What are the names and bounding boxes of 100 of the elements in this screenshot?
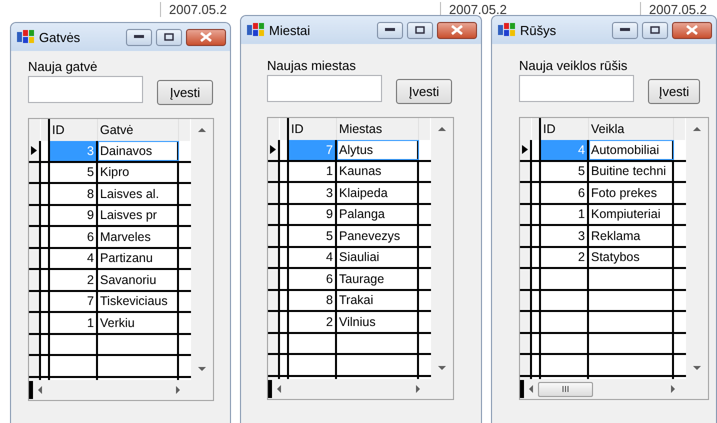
vertical-scrollbar[interactable] xyxy=(191,119,213,380)
table-cell[interactable]: Kompiuteriai xyxy=(589,204,674,224)
id-cell[interactable]: 9 xyxy=(50,206,98,225)
scroll-right-icon[interactable] xyxy=(175,386,181,394)
scroll-left-icon[interactable] xyxy=(276,385,282,393)
row-header-cell[interactable] xyxy=(29,162,41,182)
id-cell[interactable]: 1 xyxy=(289,162,337,181)
input-field[interactable] xyxy=(28,76,143,103)
row-header-cell[interactable] xyxy=(29,334,41,354)
minimize-button[interactable] xyxy=(612,22,638,38)
row-header-cell[interactable] xyxy=(520,183,532,202)
scroll-left-icon[interactable] xyxy=(37,386,43,394)
table-cell[interactable]: Statybos xyxy=(589,248,674,267)
id-cell[interactable]: 1 xyxy=(50,313,98,332)
minimize-button[interactable] xyxy=(377,22,403,38)
table-cell[interactable]: Panevezys xyxy=(337,226,419,246)
input-field[interactable] xyxy=(267,75,382,102)
horizontal-scrollbar[interactable] xyxy=(520,379,686,399)
id-cell[interactable]: 1 xyxy=(541,204,589,224)
table-cell[interactable]: Savanoriu xyxy=(98,270,179,290)
table-cell[interactable]: Palanga xyxy=(337,204,419,224)
row-header-cell[interactable] xyxy=(268,162,280,181)
row-header-cell[interactable] xyxy=(29,313,41,332)
table-cell[interactable]: Dainavos xyxy=(98,141,179,160)
id-cell[interactable]: 5 xyxy=(50,162,98,182)
row-header-cell[interactable] xyxy=(268,290,280,310)
table-cell[interactable]: Foto prekes xyxy=(589,183,674,202)
table-cell[interactable]: Alytus xyxy=(337,140,419,160)
vertical-scrollbar[interactable] xyxy=(431,118,453,379)
id-cell[interactable]: 7 xyxy=(50,292,98,311)
row-header-cell[interactable] xyxy=(29,141,41,160)
table-cell[interactable]: Partizanu xyxy=(98,248,179,268)
row-header-cell[interactable] xyxy=(29,292,41,311)
id-cell[interactable]: 6 xyxy=(50,227,98,246)
row-header-cell[interactable] xyxy=(268,248,280,267)
submit-button[interactable]: Įvesti xyxy=(396,79,452,104)
scroll-down-icon[interactable] xyxy=(693,365,701,371)
table-cell[interactable]: Buitine techni xyxy=(589,162,674,181)
row-header-cell[interactable] xyxy=(29,206,41,225)
table-cell[interactable]: Automobiliai xyxy=(589,140,674,160)
row-header-cell[interactable] xyxy=(520,312,532,332)
maximize-button[interactable] xyxy=(156,28,182,46)
id-cell[interactable]: 3 xyxy=(289,183,337,202)
table-cell[interactable]: Tiskeviciaus xyxy=(98,292,179,311)
table-cell[interactable]: Laisves al. xyxy=(98,184,179,204)
scroll-up-icon[interactable] xyxy=(198,127,206,133)
row-header-cell[interactable] xyxy=(268,334,280,353)
row-header-cell[interactable] xyxy=(29,270,41,290)
row-header-cell[interactable] xyxy=(520,162,532,181)
maximize-button[interactable] xyxy=(407,22,433,38)
column-header[interactable]: Veikla xyxy=(589,118,674,140)
table-cell[interactable]: Trakai xyxy=(337,290,419,310)
id-cell[interactable]: 6 xyxy=(541,183,589,202)
row-header-cell[interactable] xyxy=(268,269,280,288)
scroll-down-icon[interactable] xyxy=(438,365,446,371)
maximize-button[interactable] xyxy=(642,22,668,38)
id-cell[interactable]: 2 xyxy=(541,248,589,267)
submit-button[interactable]: Įvesti xyxy=(157,80,213,105)
id-cell[interactable]: 5 xyxy=(289,226,337,246)
close-button[interactable] xyxy=(437,22,477,38)
scroll-right-icon[interactable] xyxy=(415,385,421,393)
table-cell[interactable]: Kipro xyxy=(98,162,179,182)
row-header-cell[interactable] xyxy=(268,226,280,246)
id-cell[interactable]: 4 xyxy=(50,248,98,268)
horizontal-scrollbar[interactable] xyxy=(268,379,431,399)
horizontal-scrollbar[interactable] xyxy=(29,380,191,400)
id-cell[interactable]: 2 xyxy=(289,312,337,332)
id-cell[interactable]: 4 xyxy=(289,248,337,267)
row-header-cell[interactable] xyxy=(268,355,280,374)
submit-button[interactable]: Įvesti xyxy=(648,79,700,104)
id-cell[interactable]: 9 xyxy=(289,204,337,224)
column-header[interactable]: Miestas xyxy=(337,118,419,140)
id-cell[interactable]: 6 xyxy=(289,269,337,288)
close-button[interactable] xyxy=(186,28,226,46)
id-cell[interactable]: 8 xyxy=(50,184,98,204)
scroll-thumb[interactable] xyxy=(538,382,593,396)
table-cell[interactable]: Reklama xyxy=(589,226,674,246)
close-button[interactable] xyxy=(672,22,712,38)
table-cell[interactable]: Taurage xyxy=(337,269,419,288)
row-header-cell[interactable] xyxy=(520,269,532,288)
table-cell[interactable]: Siauliai xyxy=(337,248,419,267)
table-cell[interactable]: Kaunas xyxy=(337,162,419,181)
table-cell[interactable]: Marveles xyxy=(98,227,179,246)
row-header-cell[interactable] xyxy=(268,312,280,332)
row-header-cell[interactable] xyxy=(520,290,532,310)
row-header-cell[interactable] xyxy=(29,227,41,246)
table-cell[interactable]: Vilnius xyxy=(337,312,419,332)
input-field[interactable] xyxy=(519,75,634,102)
minimize-button[interactable] xyxy=(126,28,152,46)
scroll-down-icon[interactable] xyxy=(198,366,206,372)
row-header-cell[interactable] xyxy=(268,140,280,160)
id-cell[interactable]: 3 xyxy=(541,226,589,246)
table-cell[interactable]: Verkiu xyxy=(98,313,179,332)
vertical-scrollbar[interactable] xyxy=(686,118,708,379)
row-header-cell[interactable] xyxy=(29,184,41,204)
table-cell[interactable]: Laisves pr xyxy=(98,206,179,225)
row-header-cell[interactable] xyxy=(268,183,280,202)
scroll-right-icon[interactable] xyxy=(670,385,676,393)
row-header-cell[interactable] xyxy=(520,355,532,374)
row-header-cell[interactable] xyxy=(268,204,280,224)
